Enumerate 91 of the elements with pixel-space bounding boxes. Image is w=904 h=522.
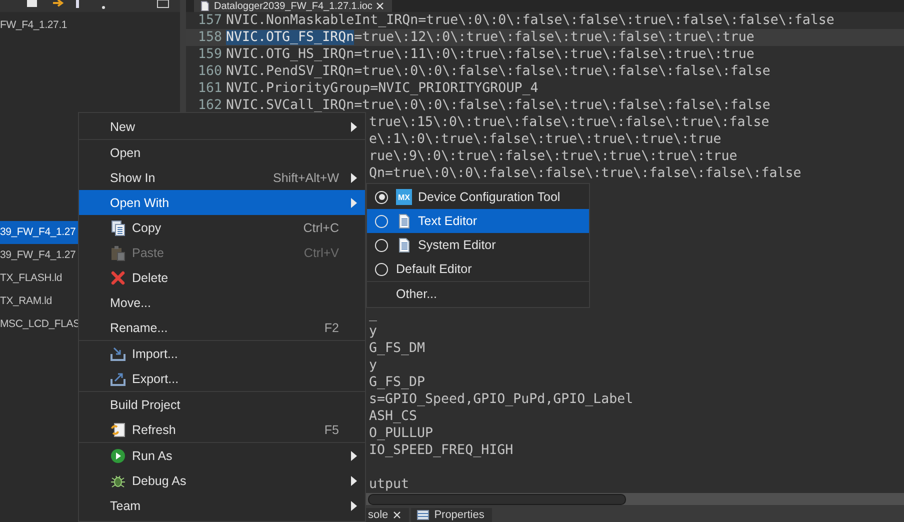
menu-item[interactable]: Debug As: [79, 468, 365, 493]
code-line: NVIC.OTG_FS_IRQn=true\:12\:0\:true\:false\:true\:false\:true\:true: [226, 29, 754, 46]
app-icon: MX: [396, 189, 412, 205]
copy-icon: [110, 220, 126, 236]
radio-button[interactable]: [375, 214, 388, 228]
menu-item[interactable]: Team: [79, 493, 365, 518]
menu-item[interactable]: Text Editor: [367, 209, 589, 233]
line-number: 161: [198, 80, 222, 97]
tab-label: Properties: [434, 509, 484, 521]
menu-item[interactable]: Other...: [367, 282, 589, 306]
close-icon: [376, 2, 384, 10]
code-line: rue\:9\:0\:true\:false\:true\:true\:true\:true: [369, 148, 738, 165]
editor-tab[interactable]: Datalogger2039_FW_F4_1.27.1.ioc: [194, 0, 392, 12]
menu-item[interactable]: Export...: [79, 366, 365, 391]
document-icon: [200, 1, 210, 11]
shortcut-label: Shift+Alt+W: [273, 170, 339, 184]
menu-item[interactable]: Run As: [79, 443, 365, 468]
menu-item[interactable]: Refresh F5: [79, 417, 365, 442]
menu-item[interactable]: System Editor: [367, 233, 589, 257]
line-number: 158: [198, 29, 222, 46]
line-number: 157: [198, 12, 222, 29]
menu-item[interactable]: MX Device Configuration Tool: [367, 185, 589, 209]
scrollbar-thumb[interactable]: [368, 494, 626, 504]
submenu-arrow-icon: [351, 500, 357, 510]
menu-item[interactable]: Delete: [79, 265, 365, 290]
table-icon: [417, 510, 430, 520]
import-icon: [110, 346, 126, 362]
bar-icon: [76, 0, 80, 8]
shortcut-label: F2: [324, 320, 339, 334]
menu-item[interactable]: Rename... F2: [79, 315, 365, 340]
code-line: NVIC.SVCall_IRQn=true\:0\:0\:false\:false\:true\:false\:false\:false: [226, 97, 770, 114]
document-icon: [396, 237, 412, 253]
menu-item[interactable]: Open: [79, 140, 365, 165]
refresh-icon: [110, 422, 126, 438]
code-line: O_PULLUP: [369, 425, 434, 442]
export-icon: [110, 370, 126, 386]
code-line: ASH_CS: [369, 408, 418, 425]
submenu-arrow-icon: [351, 476, 357, 486]
play-icon: [110, 448, 126, 464]
radio-button[interactable]: [375, 262, 388, 276]
document-icon: [26, 0, 38, 8]
radio-button[interactable]: [375, 190, 388, 204]
code-line: NVIC.OTG_HS_IRQn=true\:11\:0\:true\:false\:true\:false\:true\:true: [226, 46, 754, 63]
tree-item[interactable]: 39_FW_F4_1.27: [0, 221, 78, 244]
code-line: _: [369, 306, 378, 323]
shortcut-label: Ctrl+V: [304, 246, 339, 260]
clipboard-icon: [110, 244, 126, 260]
tree-item[interactable]: MSC_LCD_FLAS: [0, 313, 76, 336]
radio-button[interactable]: [375, 238, 388, 252]
code-line: true\:15\:0\:true\:false\:true\:false\:true\:false: [369, 114, 770, 131]
line-number: 160: [198, 63, 222, 80]
arrow-icon: [52, 0, 64, 8]
tab-label: sole: [368, 509, 388, 521]
code-line: y: [369, 323, 378, 340]
tree-item[interactable]: TX_RAM.ld: [0, 290, 76, 313]
submenu-arrow-icon: [351, 450, 357, 460]
code-line: e\:1\:0\:true\:false\:true\:true\:true\:true: [369, 131, 722, 148]
code-line: NVIC.NonMaskableInt_IRQn=true\:0\:0\:false\:false\:true\:false\:false\:false: [226, 12, 834, 29]
menu-item[interactable]: Copy Ctrl+C: [79, 215, 365, 240]
menu-item[interactable]: Open With: [79, 190, 365, 215]
menu-item[interactable]: Default Editor: [367, 257, 589, 281]
menu-item[interactable]: Move...: [79, 290, 365, 315]
dot-icon: [102, 6, 105, 9]
menu-item[interactable]: Build Project: [79, 392, 365, 417]
tree-item[interactable]: FW_F4_1.27.1: [0, 14, 160, 37]
code-line: Qn=true\:0\:0\:false\:false\:true\:false\:false\:false: [369, 165, 802, 182]
menu-item[interactable]: Show In Shift+Alt+W: [79, 165, 365, 190]
shortcut-label: F5: [324, 422, 339, 436]
shortcut-label: Ctrl+C: [303, 220, 339, 234]
menu-item[interactable]: New: [79, 114, 365, 139]
panel-tab[interactable]: Properties: [411, 508, 492, 522]
tab-title: Datalogger2039_FW_F4_1.27.1.ioc: [214, 0, 372, 12]
tree-item[interactable]: TX_FLASH.ld: [0, 267, 76, 290]
menu-item[interactable]: Import...: [79, 341, 365, 366]
submenu-arrow-icon: [351, 198, 357, 208]
code-line: G_FS_DP: [369, 374, 426, 391]
code-line: utput: [369, 476, 410, 493]
document-icon: [396, 213, 412, 229]
line-number: 162: [198, 97, 222, 114]
code-line: G_FS_DM: [369, 340, 426, 357]
tree-item[interactable]: 39_FW_F4_1.27: [0, 244, 76, 267]
close-icon: [393, 511, 402, 519]
code-line: NVIC.PendSV_IRQn=true\:0\:0\:false\:false\:true\:false\:false\:false: [226, 63, 770, 80]
code-line: NVIC.PriorityGroup=NVIC_PRIORITYGROUP_4: [226, 80, 538, 97]
submenu-arrow-icon: [351, 172, 357, 182]
submenu-arrow-icon: [351, 122, 357, 132]
code-line: IO_SPEED_FREQ_HIGH: [369, 442, 514, 459]
line-number: 159: [198, 46, 222, 63]
delete-icon: [110, 270, 126, 286]
code-line: s=GPIO_Speed,GPIO_PuPd,GPIO_Label: [369, 391, 634, 408]
code-line: y: [369, 357, 378, 374]
